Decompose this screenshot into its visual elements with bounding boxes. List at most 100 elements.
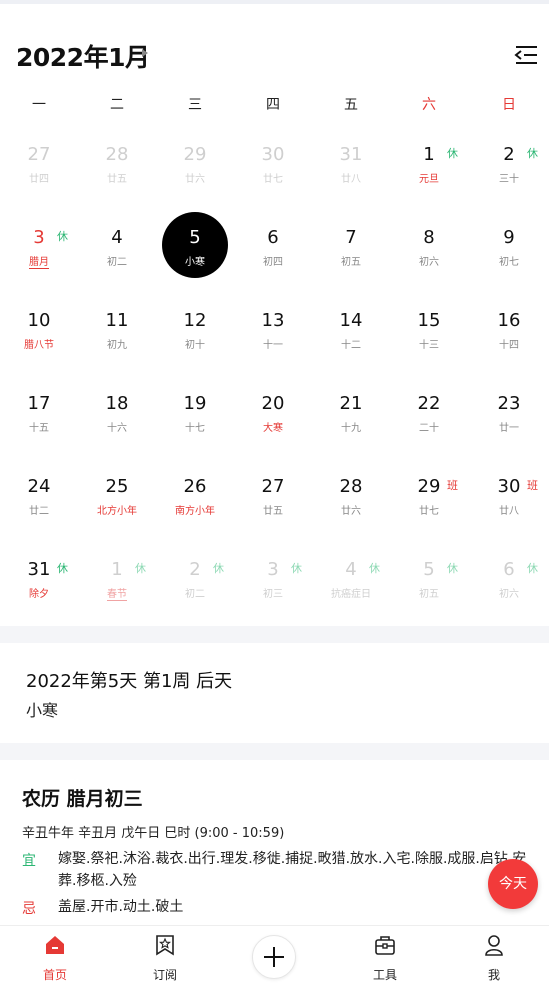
menu-collapse-icon[interactable] (513, 44, 539, 66)
lunar-label: 廿六 (185, 174, 205, 185)
calendar-day-cell[interactable]: 31 廿八 (312, 122, 390, 202)
lunar-label: 廿四 (29, 174, 49, 185)
lunar-label: 初六 (499, 589, 519, 600)
calendar-day-cell[interactable]: 3 初三休 (234, 537, 312, 617)
day-number: 22 (417, 393, 441, 414)
weekday-label: 三 (188, 97, 202, 113)
calendar-day-cell[interactable]: 1 春节休 (78, 537, 156, 617)
today-button[interactable]: 今天 (488, 859, 538, 909)
calendar-day-cell[interactable]: 30 廿七 (234, 122, 312, 202)
calendar-day-cell[interactable]: 6 初四 (234, 205, 312, 285)
nav-subscribe[interactable]: 订阅 (110, 926, 220, 986)
calendar-day-cell[interactable]: 19 十七 (156, 371, 234, 451)
calendar-day-cell[interactable]: 6 初六休 (470, 537, 548, 617)
nav-me[interactable]: 我 (439, 926, 549, 986)
calendar-day-cell[interactable]: 1 元旦休 (390, 122, 468, 202)
lunar-label: 十九 (341, 423, 361, 434)
day-number: 12 (183, 310, 207, 331)
calendar-day-cell[interactable]: 9 初七 (470, 205, 548, 285)
lunar-label: 腊月 (29, 257, 49, 268)
calendar-day-cell[interactable]: 17 十五 (0, 371, 78, 451)
lunar-label: 二十 (419, 423, 439, 434)
calendar-day-cell[interactable]: 27 廿四 (0, 122, 78, 202)
lunar-label: 初十 (185, 340, 205, 351)
lunar-label: 腊八节 (24, 340, 54, 351)
holiday-badge: 休 (527, 562, 538, 575)
day-number: 8 (423, 227, 435, 248)
calendar-day-cell[interactable]: 13 十一 (234, 288, 312, 368)
calendar-day-cell[interactable]: 23 廿一 (470, 371, 548, 451)
month-picker-arrow-icon[interactable] (142, 49, 148, 57)
calendar-day-cell[interactable]: 24 廿二 (0, 454, 78, 534)
calendar-day-cell[interactable]: 8 初六 (390, 205, 468, 285)
calendar-day-cell[interactable]: 4 初二 (78, 205, 156, 285)
month-title[interactable]: 2022年1月 (16, 38, 150, 74)
lunar-label: 抗癌症日 (331, 589, 371, 600)
calendar-day-cell[interactable]: 16 十四 (470, 288, 548, 368)
day-number: 27 (27, 144, 51, 165)
calendar-day-cell[interactable]: 22 二十 (390, 371, 468, 451)
day-number: 4 (111, 227, 123, 248)
calendar-day-cell[interactable]: 5 初五休 (390, 537, 468, 617)
calendar-day-cell[interactable]: 29 廿七班 (390, 454, 468, 534)
home-icon (46, 936, 64, 954)
calendar-day-cell[interactable]: 12 初十 (156, 288, 234, 368)
day-number: 28 (339, 476, 363, 497)
nav-tools[interactable]: 工具 (330, 926, 440, 986)
solar-term: 小寒 (26, 701, 59, 720)
day-number: 14 (339, 310, 363, 331)
day-number: 31 (339, 144, 363, 165)
almanac-card[interactable]: 农历 腊月初三 辛丑牛年 辛丑月 戊午日 巳时 (9:00 - 10:59) 宜… (0, 760, 549, 926)
calendar-day-cell[interactable]: 4 抗癌症日休 (312, 537, 390, 617)
weekday-label: 二 (110, 97, 124, 113)
avoid-label: 忌 (22, 901, 36, 917)
calendar-day-cell[interactable]: 27 廿五 (234, 454, 312, 534)
lunar-label: 十四 (499, 340, 519, 351)
day-number: 28 (105, 144, 129, 165)
calendar-day-cell[interactable]: 28 廿五 (78, 122, 156, 202)
calendar-day-cell[interactable]: 25 北方小年 (78, 454, 156, 534)
day-number: 29 (183, 144, 207, 165)
calendar-day-cell[interactable]: 10 腊八节 (0, 288, 78, 368)
day-number: 5 (189, 227, 201, 248)
calendar-day-cell[interactable]: 15 十三 (390, 288, 468, 368)
lunar-label: 三十 (499, 174, 519, 185)
nav-home[interactable]: 首页 (0, 926, 110, 986)
calendar-day-cell[interactable]: 28 廿六 (312, 454, 390, 534)
calendar-day-cell[interactable]: 20 大寒 (234, 371, 312, 451)
day-number: 6 (267, 227, 279, 248)
lunar-label: 初五 (341, 257, 361, 268)
calendar-day-cell[interactable]: 5 小寒 (156, 205, 234, 285)
calendar-day-cell[interactable]: 7 初五 (312, 205, 390, 285)
holiday-badge: 休 (527, 147, 538, 160)
user-icon (485, 935, 503, 956)
calendar-day-cell[interactable]: 2 三十休 (470, 122, 548, 202)
calendar-day-cell[interactable]: 31 除夕休 (0, 537, 78, 617)
calendar-day-cell[interactable]: 11 初九 (78, 288, 156, 368)
calendar-day-cell[interactable]: 30 廿八班 (470, 454, 548, 534)
day-number: 21 (339, 393, 363, 414)
lunar-label: 廿七 (263, 174, 283, 185)
day-info-card: 2022年第5天 第1周 后天 小寒 (0, 643, 549, 743)
day-number: 23 (497, 393, 521, 414)
lunar-label: 十一 (263, 340, 283, 351)
ganzhi-line: 辛丑牛年 辛丑月 戊午日 巳时 (9:00 - 10:59) (22, 826, 285, 841)
lunar-label: 初六 (419, 257, 439, 268)
holiday-badge: 休 (57, 230, 68, 243)
calendar-day-cell[interactable]: 21 十九 (312, 371, 390, 451)
lunar-label: 大寒 (263, 423, 283, 434)
calendar-day-cell[interactable]: 29 廿六 (156, 122, 234, 202)
weekday-label: 六 (422, 97, 436, 113)
add-event-button[interactable] (252, 935, 296, 979)
lunar-label: 廿八 (499, 506, 519, 517)
calendar-day-cell[interactable]: 18 十六 (78, 371, 156, 451)
calendar-day-cell[interactable]: 2 初二休 (156, 537, 234, 617)
calendar-day-cell[interactable]: 3 腊月休 (0, 205, 78, 285)
lunar-label: 廿五 (263, 506, 283, 517)
calendar-day-cell[interactable]: 14 十二 (312, 288, 390, 368)
calendar-day-cell[interactable]: 26 南方小年 (156, 454, 234, 534)
avoid-text: 盖屋.开市.动土.破土 (58, 899, 184, 915)
day-number: 24 (27, 476, 51, 497)
lunar-label: 十三 (419, 340, 439, 351)
lunar-label: 初二 (107, 257, 127, 268)
